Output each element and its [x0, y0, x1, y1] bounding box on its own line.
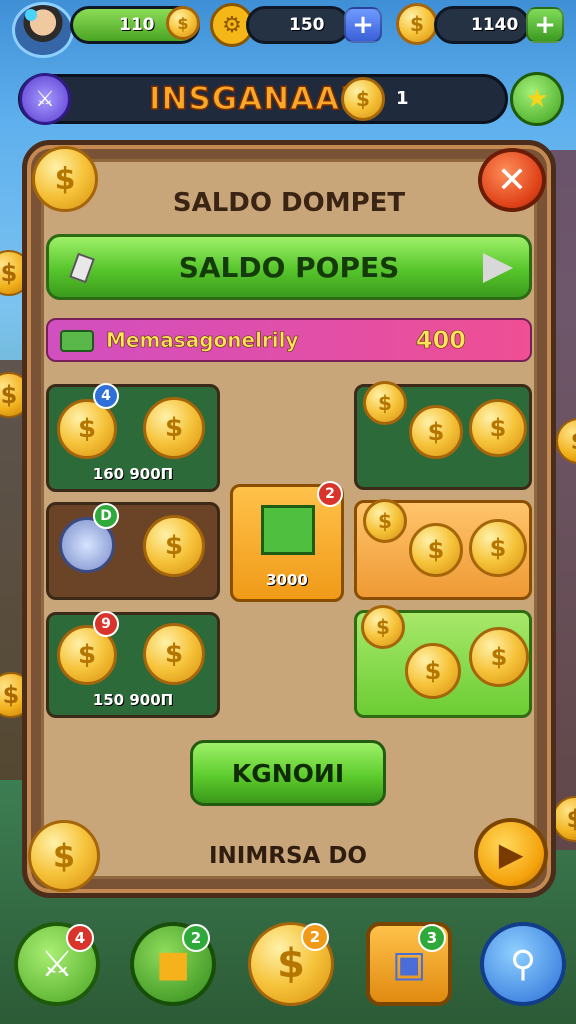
- saldo-popes-bar[interactable]: SALDO POPES: [46, 234, 532, 300]
- play-button[interactable]: ▶: [474, 818, 548, 890]
- coin-icon: $: [405, 643, 461, 699]
- panel-title: SALDO DOMPET: [172, 188, 406, 218]
- nav-shop-button[interactable]: ▣ 3: [366, 922, 452, 1006]
- add-gear-button[interactable]: +: [344, 7, 382, 43]
- stat-coins-value: 1140: [471, 15, 519, 35]
- stat-energy-value: 110: [119, 15, 155, 35]
- balance-info-label: Memasagonelrily: [106, 328, 299, 353]
- sword-icon: ⚔: [40, 943, 74, 985]
- nav-box-button[interactable]: ■ 2: [130, 922, 216, 1006]
- saldo-popes-label: SALDO POPES: [178, 250, 400, 284]
- coin-stack-icon: $: [363, 499, 407, 543]
- stat-gear-value: 150: [289, 15, 325, 35]
- reward-card-5[interactable]: $ $ $: [354, 499, 532, 600]
- stat-bar-gear: 150: [246, 6, 350, 44]
- ballot-box-icon: ▣: [391, 943, 426, 985]
- reward-card-6[interactable]: $ $ $: [354, 605, 532, 718]
- card-badge: D: [93, 503, 119, 529]
- star-icon[interactable]: ★: [510, 72, 564, 126]
- sword-icon[interactable]: ⚔: [19, 73, 71, 125]
- event-title-label: INSGANAAN: [148, 80, 368, 118]
- card-badge: 4: [93, 383, 119, 409]
- nav-search-button[interactable]: ⚲: [480, 922, 566, 1006]
- coin-icon: $: [409, 405, 463, 459]
- coin-stack-icon: $: [361, 605, 405, 649]
- coin-icon: $: [143, 623, 205, 685]
- nav-badge: 2: [182, 924, 210, 952]
- coin-icon: $: [409, 523, 463, 577]
- online-dot-icon: [25, 9, 37, 21]
- card-amount: 3000: [266, 571, 308, 589]
- coin-icon: $: [469, 627, 529, 687]
- coin-icon: $: [341, 77, 385, 121]
- card-badge: 9: [93, 611, 119, 637]
- nav-coin-button[interactable]: $ 2: [248, 922, 334, 1006]
- card-amount: 150 900П: [92, 691, 174, 709]
- event-title-bar: ⚔ INSGANAAN $ 1: [18, 73, 508, 125]
- balance-info-bar: Memasagonelrily 400: [46, 318, 532, 362]
- event-count: 1: [396, 88, 409, 109]
- nav-sword-button[interactable]: ⚔ 4: [14, 922, 100, 1006]
- search-icon: ⚲: [509, 943, 537, 985]
- coin-icon: $: [469, 519, 527, 577]
- reward-card-1[interactable]: $ $ 4 160 900П: [46, 383, 220, 492]
- close-button[interactable]: ✕: [478, 148, 546, 212]
- reward-card-3[interactable]: $ $ 9 150 900П: [46, 611, 220, 718]
- reward-card-4[interactable]: $ $ $: [354, 381, 532, 490]
- nav-badge: 4: [66, 924, 94, 952]
- coin-icon: $: [469, 399, 527, 457]
- coin-stack-icon: $: [363, 381, 407, 425]
- add-coins-button[interactable]: +: [526, 7, 564, 43]
- nav-badge: 3: [418, 924, 446, 952]
- gift-box-icon: [261, 505, 315, 555]
- coin-icon: $: [277, 941, 305, 987]
- reward-card-2[interactable]: $ D: [46, 502, 220, 600]
- nav-badge: 2: [301, 923, 329, 951]
- coin-icon: $: [143, 397, 205, 459]
- cash-icon: [60, 330, 94, 352]
- card-amount: 160 900П: [92, 465, 174, 483]
- reward-card-box[interactable]: 2 3000: [230, 481, 344, 602]
- player-avatar[interactable]: [12, 2, 74, 58]
- panel-coin-icon: $: [32, 146, 98, 212]
- balance-info-value: 400: [415, 326, 467, 355]
- card-badge: 2: [317, 481, 343, 507]
- box-icon: ■: [155, 943, 190, 985]
- claim-button[interactable]: KGNOИI: [190, 740, 386, 806]
- arrow-right-icon: [483, 253, 513, 283]
- coin-icon: $: [166, 6, 200, 40]
- coin-icon: $: [396, 3, 438, 45]
- stat-bar-coins: 1140: [434, 6, 530, 44]
- eraser-icon: [69, 252, 95, 284]
- top-hud: 110 $ ⚙ 150 + $ 1140 + ⚔ INSGANAAN $ 1 ★: [0, 0, 576, 130]
- coin-icon: $: [143, 515, 205, 577]
